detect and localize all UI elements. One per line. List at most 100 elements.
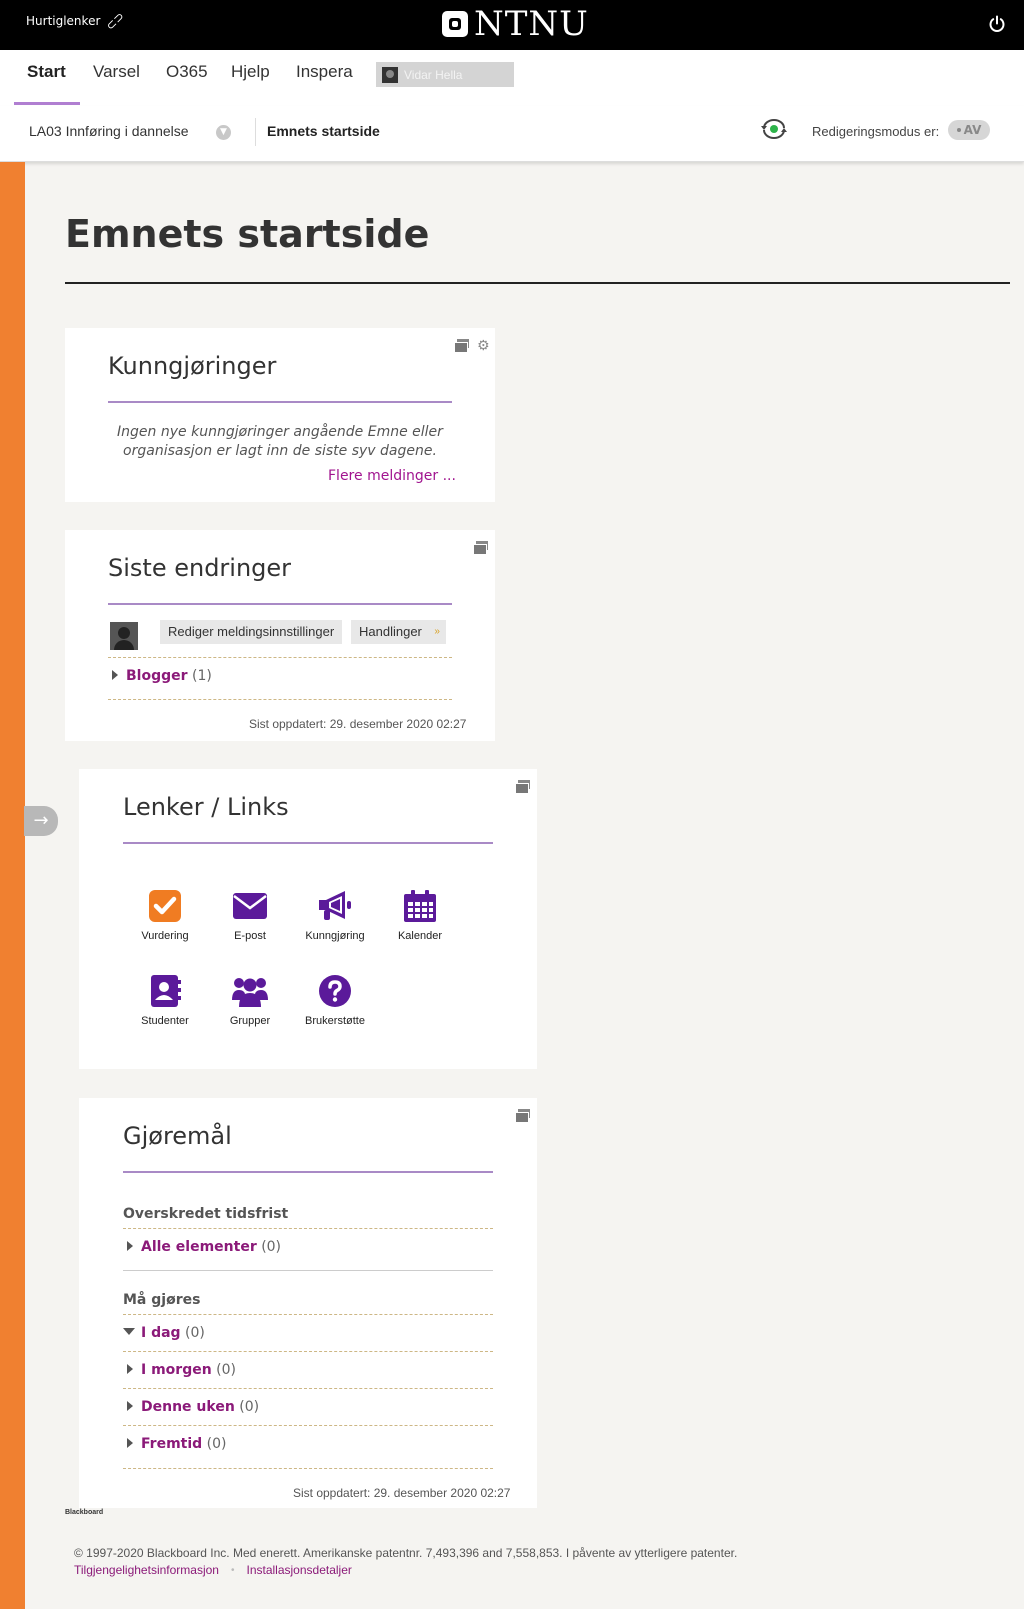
blogger-link[interactable]: Blogger [126, 668, 188, 684]
checkbox-icon [149, 890, 181, 922]
footer-links: Tilgjengelighetsinformasjon • Installasj… [74, 1563, 352, 1577]
link-kalender[interactable]: Kalender [375, 889, 465, 942]
list-item[interactable]: I morgen (0) [127, 1362, 236, 1378]
ntnu-logo-mark [442, 11, 468, 37]
user-name: Vidar Hella [404, 67, 463, 82]
link-label: Studenter [141, 1015, 189, 1027]
link-brukerstotte[interactable]: Brukerstøtte [290, 974, 380, 1027]
course-menu-strip [0, 162, 25, 1609]
blackboard-logo: Blackboard [65, 1509, 104, 1516]
recent-changes-module: Siste endringer Rediger meldingsinnstill… [65, 530, 495, 741]
last-updated-stamp: Sist oppdatert: 29. desember 2020 02:27 [293, 1486, 510, 1500]
tab-hjelp[interactable]: Hjelp [231, 62, 270, 82]
installation-details-link[interactable]: Installasjonsdetaljer [246, 1563, 351, 1577]
row-divider [123, 1468, 493, 1469]
expand-triangle-icon [127, 1241, 133, 1251]
window-icon[interactable] [515, 780, 530, 794]
list-item[interactable]: Denne uken (0) [127, 1399, 259, 1415]
contact-book-icon [151, 975, 181, 1007]
window-icon[interactable] [454, 339, 469, 353]
row-divider [123, 1314, 493, 1315]
module-divider [108, 401, 452, 403]
edit-notification-settings-button[interactable]: Rediger meldingsinnstillinger [160, 620, 343, 644]
main-navigation: Start Varsel O365 Hjelp Inspera Vidar He… [0, 50, 1024, 106]
expand-triangle-icon [127, 1438, 133, 1448]
item-count: (0) [216, 1362, 236, 1378]
todo-module: Gjøremål Overskredet tidsfrist Alle elem… [79, 1098, 537, 1508]
link-vurdering[interactable]: Vurdering [120, 889, 210, 942]
more-announcements-link[interactable]: Flere meldinger ... [328, 468, 456, 484]
link-icon: ⊂⊃ [103, 8, 128, 34]
row-divider [108, 699, 452, 700]
arrow-right-icon: → [33, 810, 49, 831]
actions-button[interactable]: Handlinger » [351, 620, 446, 644]
item-count: (1) [191, 668, 212, 684]
item-count: (0) [206, 1436, 227, 1452]
link-grupper[interactable]: Grupper [205, 974, 295, 1027]
user-menu[interactable]: Vidar Hella [376, 62, 514, 87]
this-week-link[interactable]: Denne uken [141, 1399, 235, 1415]
item-count: (0) [239, 1399, 260, 1415]
row-divider [123, 1425, 493, 1426]
actions-button-label: Handlinger [359, 624, 422, 639]
future-link[interactable]: Fremtid [141, 1436, 202, 1452]
ntnu-logo[interactable]: NTNU [442, 4, 589, 44]
tab-varsel[interactable]: Varsel [93, 62, 140, 82]
module-divider [123, 1171, 493, 1173]
tab-start[interactable]: Start [27, 62, 66, 82]
megaphone-icon [319, 891, 351, 920]
course-link[interactable]: LA03 Innføring i dannelse [29, 123, 189, 139]
announcements-module: ⚙ Kunngjøringer Ingen nye kunngjøringer … [65, 328, 495, 502]
last-updated-stamp: Sist oppdatert: 29. desember 2020 02:27 [249, 717, 466, 731]
active-tab-indicator [14, 102, 80, 105]
item-count: (0) [185, 1325, 205, 1341]
link-label: Vurdering [141, 930, 189, 942]
link-kunngjoring[interactable]: Kunngjøring [290, 889, 380, 942]
announcements-empty-text: Ingen nye kunngjøringer angående Emne el… [117, 424, 443, 459]
gear-icon[interactable]: ⚙ [477, 339, 491, 353]
tomorrow-link[interactable]: I morgen [141, 1362, 212, 1378]
expand-course-menu-button[interactable]: → [24, 806, 58, 836]
edit-mode-label: Redigeringsmodus er: [812, 124, 940, 139]
collapse-triangle-icon [123, 1328, 135, 1335]
users-icon [232, 978, 268, 1007]
toggle-dot-icon [956, 128, 961, 132]
window-icon[interactable] [515, 1109, 530, 1123]
links-module: Lenker / Links Vurdering E-post Kunngjør… [79, 769, 537, 1069]
module-title: Gjøremål [123, 1122, 232, 1150]
link-label: Kalender [397, 930, 443, 942]
all-items-link[interactable]: Alle elementer [141, 1239, 257, 1255]
tab-inspera[interactable]: Inspera [296, 62, 353, 82]
double-chevron-down-icon: » [434, 626, 440, 637]
item-count: (0) [261, 1239, 282, 1255]
ntnu-logo-text: NTNU [474, 4, 589, 44]
module-divider [108, 603, 452, 605]
envelope-icon [233, 893, 267, 919]
avatar [110, 622, 138, 650]
list-item[interactable]: I dag (0) [123, 1325, 205, 1341]
accessibility-info-link[interactable]: Tilgjengelighetsinformasjon [74, 1563, 219, 1577]
row-divider [123, 1388, 493, 1389]
chevron-down-icon[interactable]: ▼ [216, 125, 231, 140]
link-studenter[interactable]: Studenter [120, 974, 210, 1027]
breadcrumb-divider [255, 118, 256, 146]
tab-o365[interactable]: O365 [166, 62, 208, 82]
quicklinks-button[interactable]: Hurtiglenker ⊂⊃ [26, 9, 128, 33]
breadcrumb-current-page: Emnets startside [267, 123, 380, 139]
question-circle-icon [319, 975, 351, 1007]
today-link[interactable]: I dag [141, 1325, 181, 1341]
student-preview-icon[interactable] [760, 116, 788, 142]
page-title: Emnets startside [65, 212, 430, 256]
list-item[interactable]: Fremtid (0) [127, 1436, 226, 1452]
link-label: Grupper [229, 1015, 271, 1027]
footer-separator: • [230, 1564, 235, 1576]
list-item[interactable]: Blogger (1) [112, 668, 212, 684]
quicklinks-label: Hurtiglenker [26, 14, 101, 28]
calendar-icon [404, 890, 436, 922]
link-e-post[interactable]: E-post [205, 889, 295, 942]
window-icon[interactable] [473, 541, 488, 555]
list-item[interactable]: Alle elementer (0) [127, 1239, 281, 1255]
power-icon[interactable] [988, 15, 1006, 33]
edit-mode-toggle[interactable]: AV [948, 120, 990, 140]
module-title: Lenker / Links [123, 793, 289, 821]
